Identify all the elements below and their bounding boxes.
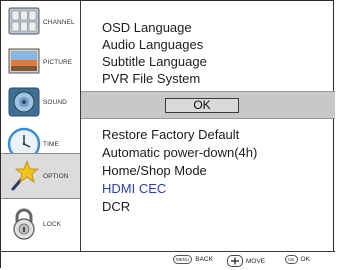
sidebar-item-label: CHANNEL [43,18,75,26]
move-hint-label: MOVE [246,257,266,265]
menu-item-pvr-file-system[interactable]: PVR File System [102,71,200,86]
ok-button[interactable]: OK [165,98,239,113]
menu-item-subtitle-language[interactable]: Subtitle Language [102,54,207,69]
dpad-icon [227,255,243,267]
ok-bar: OK [81,91,335,119]
sidebar-item-channel[interactable]: CHANNEL [1,3,80,41]
footer-hints: MENU BACK MOVE OK OK [1,251,335,269]
menu-item-restore-factory-default[interactable]: Restore Factory Default [102,127,239,142]
sidebar-item-label: PICTURE [43,58,73,66]
sidebar: CHANNEL PICTURE SOUND TIME OPTION LOCK [1,1,81,251]
channel-grid-icon [8,7,40,35]
star-wand-icon [11,159,40,191]
sidebar-item-sound[interactable]: SOUND [1,83,80,121]
menu-item-dcr[interactable]: DCR [102,199,130,214]
ok-hint: OK OK [285,255,310,264]
menu-item-automatic-power-down[interactable]: Automatic power-down(4h) [102,145,257,160]
sidebar-item-label: LOCK [43,220,62,228]
sidebar-item-label: TIME [43,140,59,148]
ok-key-icon: OK [285,255,298,264]
back-hint: MENU BACK [173,255,213,264]
sidebar-item-label: SOUND [43,98,67,106]
speaker-icon [8,87,40,117]
sidebar-item-lock[interactable]: LOCK [1,201,80,247]
sidebar-item-picture[interactable]: PICTURE [1,43,80,81]
picture-icon [8,48,40,74]
menu-key-icon: MENU [173,255,193,264]
sidebar-item-label: OPTION [43,172,69,180]
back-hint-label: BACK [195,256,213,263]
menu-item-osd-language[interactable]: OSD Language [102,20,192,35]
ok-hint-label: OK [300,256,310,263]
padlock-icon [13,208,35,240]
tv-menu-window: CHANNEL PICTURE SOUND TIME OPTION LOCK O… [0,0,335,269]
menu-item-hdmi-cec[interactable]: HDMI CEC [102,181,166,196]
option-menu: OSD Language Audio Languages Subtitle La… [81,1,335,251]
menu-item-audio-languages[interactable]: Audio Languages [102,37,203,52]
move-hint: MOVE [227,255,265,267]
menu-item-home-shop-mode[interactable]: Home/Shop Mode [102,163,207,178]
sidebar-item-option[interactable]: OPTION [1,153,80,199]
